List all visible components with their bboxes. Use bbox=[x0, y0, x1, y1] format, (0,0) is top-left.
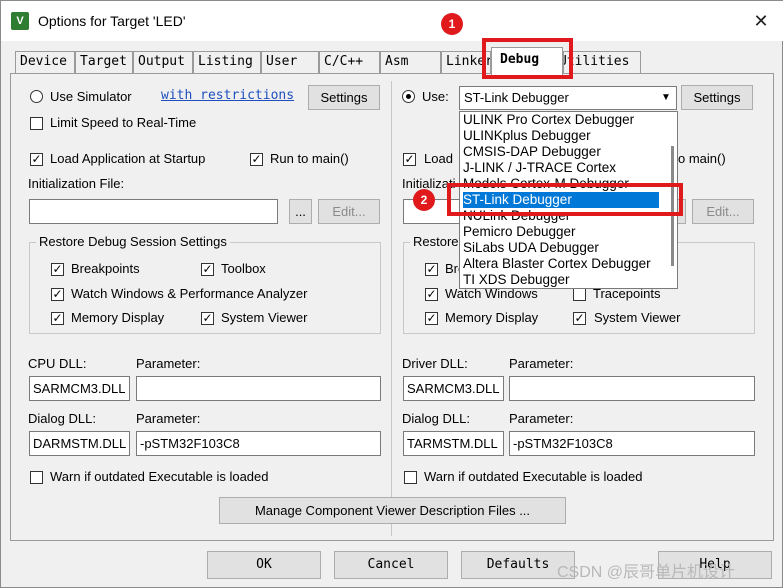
options-dialog: V Options for Target 'LED' ✕ Device Targ… bbox=[0, 0, 783, 588]
load-app-label: Load Application at Startup bbox=[50, 151, 206, 166]
ok-button[interactable]: OK bbox=[207, 551, 321, 579]
dropdown-item[interactable]: Pemicro Debugger bbox=[463, 224, 659, 240]
warn-outdated-checkbox-right[interactable] bbox=[404, 471, 417, 484]
dialog-dll-label: Dialog DLL: bbox=[28, 411, 96, 426]
init-file-input[interactable] bbox=[29, 199, 278, 224]
title-bar: V Options for Target 'LED' ✕ bbox=[1, 1, 783, 41]
use-debugger-radio[interactable] bbox=[402, 90, 415, 103]
debugger-select[interactable]: ST-Link Debugger ▼ bbox=[459, 86, 677, 110]
breakpoints-label: Breakpoints bbox=[71, 261, 140, 276]
tracepoints-checkbox[interactable] bbox=[573, 288, 586, 301]
dropdown-item[interactable]: ULINK Pro Cortex Debugger bbox=[463, 112, 659, 128]
dropdown-item[interactable]: SiLabs UDA Debugger bbox=[463, 240, 659, 256]
restore-group-title-right: Restore bbox=[410, 234, 462, 249]
keil-app-icon: V bbox=[11, 12, 29, 30]
simulator-settings-button[interactable]: Settings bbox=[308, 85, 380, 110]
chevron-down-icon[interactable]: ▼ bbox=[657, 88, 675, 108]
manage-component-viewer-button[interactable]: Manage Component Viewer Description File… bbox=[219, 497, 566, 524]
tab-c-cpp[interactable]: C/C++ bbox=[319, 51, 380, 73]
system-viewer-label: System Viewer bbox=[221, 310, 308, 325]
tab-target[interactable]: Target bbox=[75, 51, 133, 73]
debug-tab-highlight bbox=[482, 38, 573, 79]
dialog-dll-label-right: Dialog DLL: bbox=[402, 411, 470, 426]
dropdown-item[interactable]: Altera Blaster Cortex Debugger bbox=[463, 256, 659, 272]
system-viewer-label-right: System Viewer bbox=[594, 310, 681, 325]
watch-windows-checkbox-right[interactable]: ✓ bbox=[425, 288, 438, 301]
system-viewer-checkbox-right[interactable]: ✓ bbox=[573, 312, 586, 325]
restore-group-title: Restore Debug Session Settings bbox=[36, 234, 230, 249]
warn-outdated-label-right: Warn if outdated Executable is loaded bbox=[424, 469, 643, 484]
csdn-watermark: CSDN @辰哥单片机设计 bbox=[557, 564, 736, 581]
cpu-parameter-label: Parameter: bbox=[136, 356, 201, 371]
tab-utilities[interactable]: Utilities bbox=[563, 51, 641, 73]
run-to-main-label: Run to main() bbox=[270, 151, 349, 166]
memory-display-label: Memory Display bbox=[71, 310, 165, 325]
with-restrictions-link[interactable]: with restrictions bbox=[161, 88, 294, 103]
driver-dll-field[interactable]: SARMCM3.DLL bbox=[403, 376, 504, 401]
dropdown-item[interactable]: ULINKplus Debugger bbox=[463, 128, 659, 144]
use-simulator-radio[interactable] bbox=[30, 90, 43, 103]
tab-asm[interactable]: Asm bbox=[380, 51, 441, 73]
load-app-checkbox-right[interactable]: ✓ bbox=[403, 153, 416, 166]
dropdown-item[interactable]: J-LINK / J-TRACE Cortex bbox=[463, 160, 659, 176]
cpu-dll-field[interactable]: SARMCM3.DLL bbox=[29, 376, 130, 401]
driver-dll-label: Driver DLL: bbox=[402, 356, 468, 371]
system-viewer-checkbox[interactable]: ✓ bbox=[201, 312, 214, 325]
cpu-dll-label: CPU DLL: bbox=[28, 356, 87, 371]
use-simulator-label: Use Simulator bbox=[50, 89, 132, 104]
dialog-parameter-label: Parameter: bbox=[136, 411, 201, 426]
step-1-badge: 1 bbox=[441, 13, 463, 35]
cpu-parameter-field[interactable] bbox=[136, 376, 381, 401]
driver-parameter-label: Parameter: bbox=[509, 356, 574, 371]
dialog-dll-field[interactable]: DARMSTM.DLL bbox=[29, 431, 130, 456]
dialog-parameter-field-right[interactable]: -pSTM32F103C8 bbox=[509, 431, 755, 456]
debugger-settings-button[interactable]: Settings bbox=[681, 85, 753, 110]
limit-speed-label: Limit Speed to Real-Time bbox=[50, 115, 197, 130]
breakpoints-checkbox[interactable]: ✓ bbox=[51, 263, 64, 276]
run-to-main-checkbox[interactable]: ✓ bbox=[250, 153, 263, 166]
watch-windows-label: Watch Windows & Performance Analyzer bbox=[71, 286, 308, 301]
dropdown-item[interactable]: CMSIS-DAP Debugger bbox=[463, 144, 659, 160]
memory-display-checkbox-right[interactable]: ✓ bbox=[425, 312, 438, 325]
step-2-badge: 2 bbox=[413, 189, 435, 211]
debugger-selected-value: ST-Link Debugger bbox=[464, 90, 569, 105]
tab-listing[interactable]: Listing bbox=[193, 51, 261, 73]
dialog-parameter-field[interactable]: -pSTM32F103C8 bbox=[136, 431, 381, 456]
window-title: Options for Target 'LED' bbox=[38, 13, 186, 29]
load-label-right: Load bbox=[424, 151, 453, 166]
dialog-dll-field-right[interactable]: TARMSTM.DLL bbox=[403, 431, 504, 456]
tab-user[interactable]: User bbox=[261, 51, 319, 73]
dropdown-item[interactable]: TI XDS Debugger bbox=[463, 272, 659, 288]
use-label: Use: bbox=[422, 89, 449, 104]
limit-speed-checkbox[interactable] bbox=[30, 117, 43, 130]
panel-divider bbox=[391, 81, 392, 536]
breakpoints-checkbox-right[interactable]: ✓ bbox=[425, 263, 438, 276]
st-link-highlight bbox=[447, 183, 683, 216]
toolbox-label: Toolbox bbox=[221, 261, 266, 276]
init-file-label: Initialization File: bbox=[28, 176, 125, 191]
init-file-edit-button[interactable]: Edit... bbox=[318, 199, 380, 224]
init-file-browse-button[interactable]: ... bbox=[289, 199, 312, 224]
warn-outdated-checkbox[interactable] bbox=[30, 471, 43, 484]
load-app-checkbox[interactable]: ✓ bbox=[30, 153, 43, 166]
driver-parameter-field[interactable] bbox=[509, 376, 755, 401]
init-file-edit-button-right[interactable]: Edit... bbox=[692, 199, 754, 224]
close-icon[interactable]: ✕ bbox=[749, 10, 773, 32]
tab-device[interactable]: Device bbox=[15, 51, 75, 73]
cancel-button[interactable]: Cancel bbox=[334, 551, 448, 579]
watch-windows-checkbox[interactable]: ✓ bbox=[51, 288, 64, 301]
memory-display-checkbox[interactable]: ✓ bbox=[51, 312, 64, 325]
warn-outdated-label: Warn if outdated Executable is loaded bbox=[50, 469, 269, 484]
memory-display-label-right: Memory Display bbox=[445, 310, 539, 325]
toolbox-checkbox[interactable]: ✓ bbox=[201, 263, 214, 276]
run-to-main-label-right: o main() bbox=[678, 151, 726, 166]
tab-output[interactable]: Output bbox=[133, 51, 193, 73]
dialog-parameter-label-right: Parameter: bbox=[509, 411, 574, 426]
